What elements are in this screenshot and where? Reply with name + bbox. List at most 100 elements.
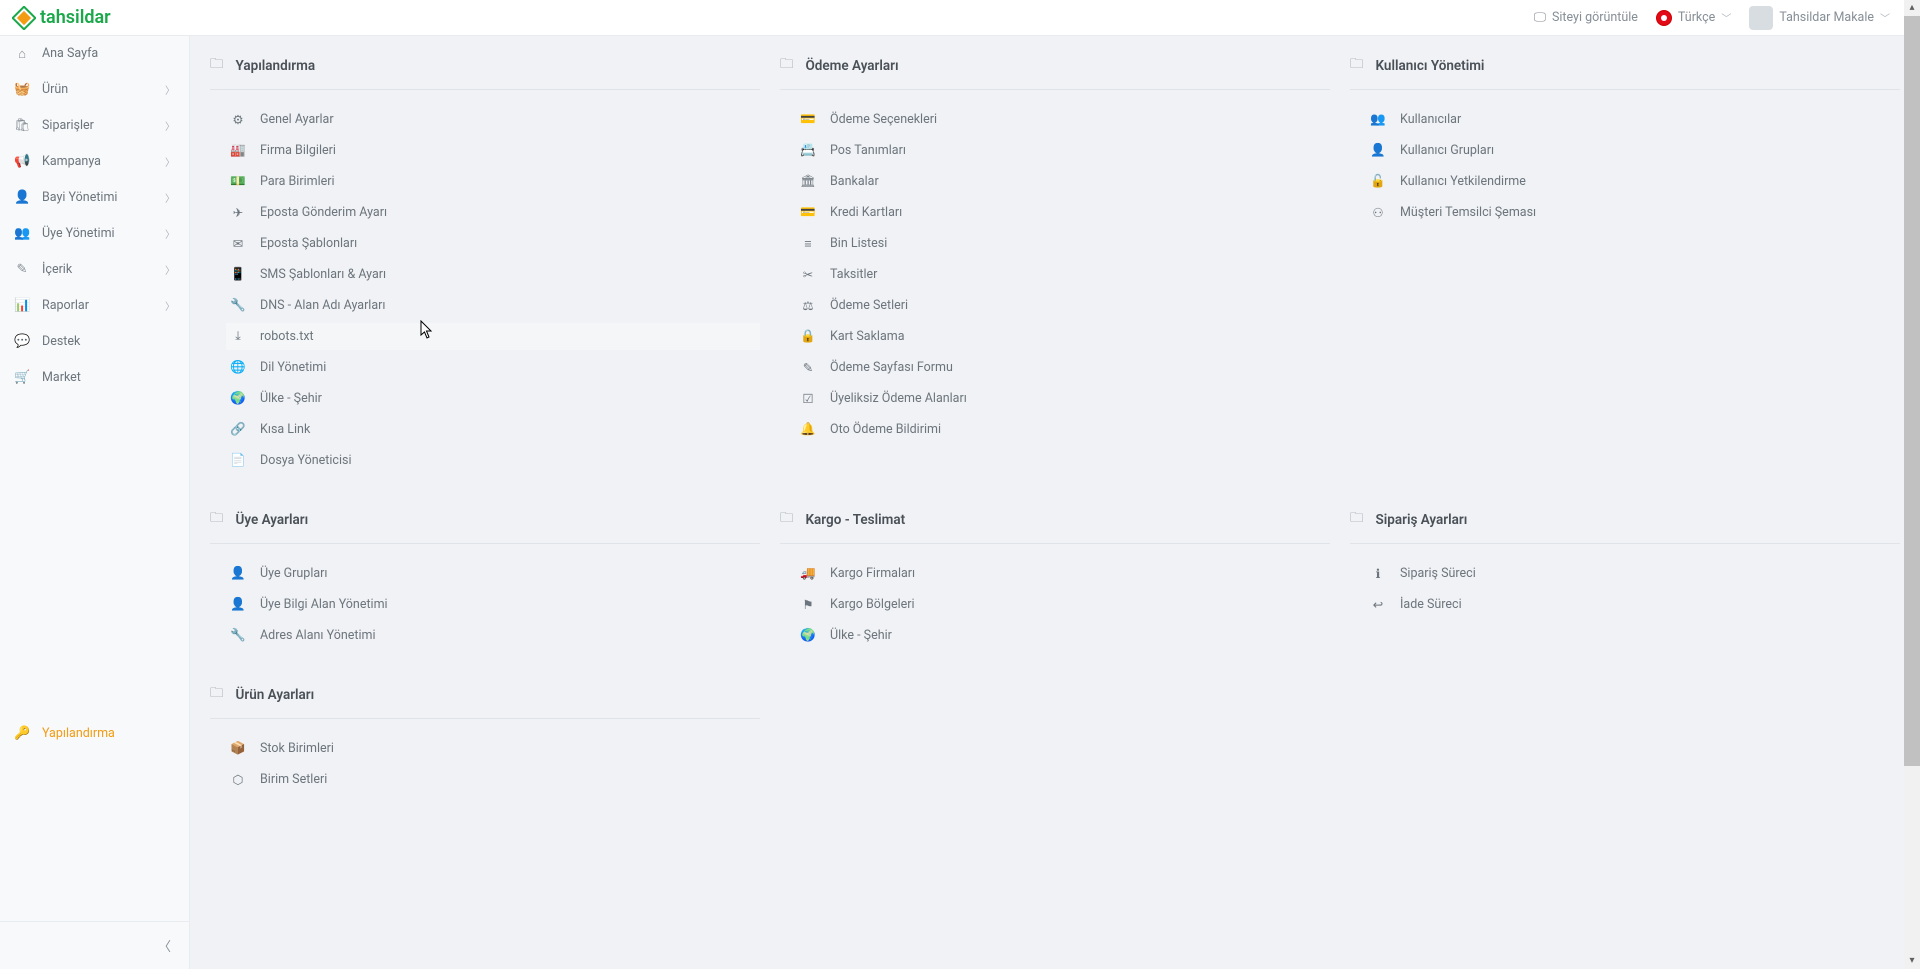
item-label: Ödeme Setleri xyxy=(830,298,908,313)
link-birim-setleri[interactable]: ⬡ Birim Setleri xyxy=(226,766,760,793)
section-items: 🚚Kargo Firmaları ⚑Kargo Bölgeleri 🌍Ülke - … xyxy=(780,560,1330,649)
scroll-down-arrow[interactable]: ▾ xyxy=(1904,953,1920,969)
sidebar-item-label: Siparişler xyxy=(42,118,94,133)
chevron-left-icon: 〈 xyxy=(158,939,171,954)
sidebar-item-r-n[interactable]: 🧺Ürün〉 xyxy=(0,71,189,107)
link-kullan-c-yetkilendirme[interactable]: 🔓Kullanıcı Yetkilendirme xyxy=(1366,168,1900,195)
sidebar-item-ye-y-netimi[interactable]: 👥Üye Yönetimi〉 xyxy=(0,215,189,251)
item-icon: 📇 xyxy=(800,143,816,158)
link-yeliksiz-deme-alanlar[interactable]: ☑Üyeliksiz Ödeme Alanları xyxy=(796,385,1330,412)
link-m-teri-temsilci-emas[interactable]: ⚇Müşteri Temsilci Şeması xyxy=(1366,199,1900,226)
sidebar-item-kampanya[interactable]: 📢 Kampanya 〉 xyxy=(0,143,189,179)
item-icon: ≡ xyxy=(800,237,816,251)
section-title: Ürün Ayarları xyxy=(236,687,315,703)
item-icon: 🌍 xyxy=(230,391,246,406)
link-dosya-y-neticisi[interactable]: 📄Dosya Yöneticisi xyxy=(226,447,760,474)
link-genel-ayarlar[interactable]: ⚙Genel Ayarlar xyxy=(226,106,760,133)
item-icon: 👥 xyxy=(1370,112,1386,127)
link-sms-ablonlar-ayar[interactable]: 📱SMS Şablonları & Ayarı xyxy=(226,261,760,288)
link-eposta-g-nderim-ayar[interactable]: ✈Eposta Gönderim Ayarı xyxy=(226,199,760,226)
item-label: İade Süreci xyxy=(1400,597,1462,612)
item-icon: 🏛 xyxy=(800,174,816,189)
link-robots-txt[interactable]: ⤓robots.txt xyxy=(226,323,760,350)
link-eposta-ablonlar[interactable]: ✉Eposta Şablonları xyxy=(226,230,760,257)
link-pos-tan-mlar[interactable]: 📇 Pos Tanımları xyxy=(796,137,1330,164)
sidebar-collapse-button[interactable]: 〈 xyxy=(140,932,189,959)
sidebar-item-market[interactable]: 🛒Market xyxy=(0,359,189,395)
item-label: Birim Setleri xyxy=(260,772,327,787)
item-icon: ℹ xyxy=(1370,566,1386,581)
link-bankalar[interactable]: 🏛 Bankalar xyxy=(796,168,1330,195)
link-oto-deme-bildirimi[interactable]: 🔔Oto Ödeme Bildirimi xyxy=(796,416,1330,443)
link-adres-alan-y-netimi[interactable]: 🔧Adres Alanı Yönetimi xyxy=(226,622,760,649)
section-kargo-teslimat: 🗀Kargo - Teslimat🚚Kargo Firmaları⚑Kargo … xyxy=(780,502,1330,649)
item-icon: ⚇ xyxy=(1370,205,1386,220)
link-deme-se-enekleri[interactable]: 💳Ödeme Seçenekleri xyxy=(796,106,1330,133)
link-para-birimleri[interactable]: 💵Para Birimleri xyxy=(226,168,760,195)
link-kullan-c-lar[interactable]: 👥Kullanıcılar xyxy=(1366,106,1900,133)
item-icon: 🔧 xyxy=(230,628,246,643)
sidebar-icon: 🛍 xyxy=(14,117,30,133)
link-kargo-firmalar[interactable]: 🚚Kargo Firmaları xyxy=(796,560,1330,587)
sidebar-item-label: Raporlar xyxy=(42,298,89,313)
scroll-up-arrow[interactable]: ▴ xyxy=(1904,0,1920,16)
item-label: Bankalar xyxy=(830,174,879,189)
link-kart-saklama[interactable]: 🔒Kart Saklama xyxy=(796,323,1330,350)
item-label: Kısa Link xyxy=(260,422,310,437)
link-bin-listesi[interactable]: ≡Bin Listesi xyxy=(796,230,1330,257)
sidebar-item-label: Yapılandırma xyxy=(42,726,115,741)
sidebar-item-label: Kampanya xyxy=(42,154,101,169)
item-label: Pos Tanımları xyxy=(830,143,906,158)
sidebar-icon: ⌂ xyxy=(14,46,30,61)
link-ye-gruplar[interactable]: 👤Üye Grupları xyxy=(226,560,760,587)
item-label: Dosya Yöneticisi xyxy=(260,453,351,468)
link-taksitler[interactable]: ✂Taksitler xyxy=(796,261,1330,288)
link-k-sa-link[interactable]: 🔗Kısa Link xyxy=(226,416,760,443)
language-label: Türkçe xyxy=(1678,10,1715,25)
section-title: Yapılandırma xyxy=(236,58,316,74)
view-site-link[interactable]: 🖵 Siteyi görüntüle xyxy=(1534,10,1638,25)
sidebar-item-label: Market xyxy=(42,370,81,385)
item-icon: 🔓 xyxy=(1370,174,1386,189)
link-stok-birimleri[interactable]: 📦Stok Birimleri xyxy=(226,735,760,762)
link-firma-bilgileri[interactable]: 🏭Firma Bilgileri xyxy=(226,137,760,164)
sidebar-item-bayi-y-netimi[interactable]: 👤Bayi Yönetimi〉 xyxy=(0,179,189,215)
sidebar-item-i-erik[interactable]: ✎İçerik〉 xyxy=(0,251,189,287)
chevron-right-icon: 〉 xyxy=(165,154,175,169)
scroll-track[interactable] xyxy=(1904,16,1920,953)
link-deme-setleri[interactable]: ⚖Ödeme Setleri xyxy=(796,292,1330,319)
sidebar: ⌂Ana Sayfa🧺Ürün〉 🛍 Siparişler 〉📢 Kampanya 〉👤B… xyxy=(0,36,190,969)
main-content: 🗀 Yapılandırma ⚙Genel Ayarlar 🏭Firma Bilgil… xyxy=(190,36,1920,969)
sidebar-footer: 〈 xyxy=(0,921,189,969)
link-i-ade-s-reci[interactable]: ↩ İade Süreci xyxy=(1366,591,1900,618)
language-selector[interactable]: Türkçe ﹀ xyxy=(1656,10,1731,26)
link-lke-ehir[interactable]: 🌍Ülke - Şehir xyxy=(796,622,1330,649)
item-icon: 🚚 xyxy=(800,566,816,581)
item-icon: 👤 xyxy=(230,597,246,612)
sidebar-icon: 📢 xyxy=(14,153,30,169)
link-kullan-c-gruplar[interactable]: 👤Kullanıcı Grupları xyxy=(1366,137,1900,164)
logo[interactable]: tahsildar xyxy=(12,6,111,30)
user-name: Tahsildar Makale xyxy=(1779,10,1874,25)
link-sipari-s-reci[interactable]: ℹSipariş Süreci xyxy=(1366,560,1900,587)
vertical-scrollbar[interactable]: ▴ ▾ xyxy=(1904,0,1920,969)
link-ye-bilgi-alan-y-netimi[interactable]: 👤Üye Bilgi Alan Yönetimi xyxy=(226,591,760,618)
item-icon: 👤 xyxy=(1370,143,1386,158)
sidebar-item-ana-sayfa[interactable]: ⌂Ana Sayfa xyxy=(0,36,189,71)
folder-icon: 🗀 xyxy=(780,54,794,77)
item-icon: 👤 xyxy=(230,566,246,581)
sidebar-item-destek[interactable]: 💬Destek xyxy=(0,323,189,359)
link-dns-alan-ad-ayarlar[interactable]: 🔧DNS - Alan Adı Ayarları xyxy=(226,292,760,319)
sidebar-item-sipari-ler[interactable]: 🛍Siparişler〉 xyxy=(0,107,189,143)
item-icon: ⬡ xyxy=(230,772,246,787)
link-deme-sayfas-formu[interactable]: ✎Ödeme Sayfası Formu xyxy=(796,354,1330,381)
item-icon: ↩ xyxy=(1370,597,1386,612)
link-kredi-kartlar[interactable]: 💳Kredi Kartları xyxy=(796,199,1330,226)
link-kargo-b-lgeleri[interactable]: ⚑Kargo Bölgeleri xyxy=(796,591,1330,618)
link-lke-ehir[interactable]: 🌍Ülke - Şehir xyxy=(226,385,760,412)
user-menu[interactable]: Tahsildar Makale ﹀ xyxy=(1749,6,1890,30)
sidebar-item-yapilandirma[interactable]: 🔑 Yapılandırma xyxy=(0,715,189,751)
scroll-thumb[interactable] xyxy=(1904,16,1920,766)
link-dil-y-netimi[interactable]: 🌐Dil Yönetimi xyxy=(226,354,760,381)
sidebar-item-raporlar[interactable]: 📊Raporlar〉 xyxy=(0,287,189,323)
